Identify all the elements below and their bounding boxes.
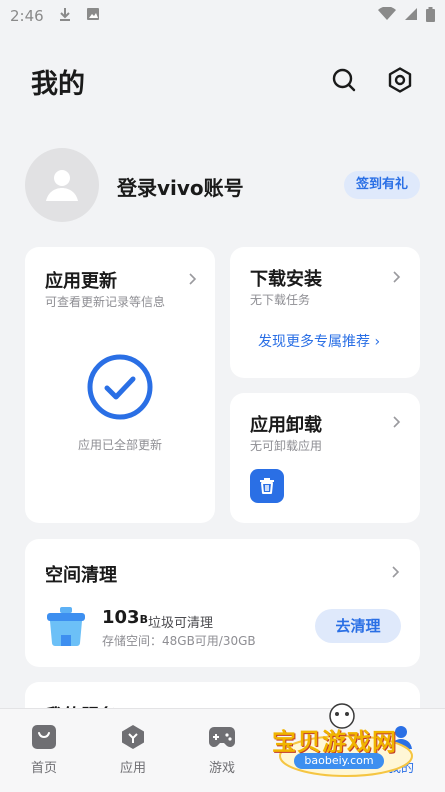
junk-size-unit: B (139, 613, 148, 626)
cleanup-card[interactable]: 空间清理 103B 垃圾可清理 存储空间：48GB可用/30GB 去清理 (25, 539, 420, 667)
check-circle-icon (87, 354, 153, 420)
apps-icon (119, 723, 147, 751)
login-label[interactable]: 登录vivo账号 (117, 172, 244, 201)
settings-icon[interactable] (386, 66, 414, 94)
app-update-subtitle: 可查看更新记录等信息 (45, 295, 166, 309)
watermark-url: baobeiy.com (294, 753, 384, 769)
download-card[interactable]: 下载安装 无下载任务 发现更多专属推荐 › (230, 247, 420, 378)
page-title: 我的 (31, 69, 85, 100)
tab-games[interactable]: 游戏 (192, 723, 252, 776)
watermark-title: 宝贝游戏网 (272, 728, 397, 756)
app-update-card[interactable]: 应用更新 可查看更新记录等信息 应用已全部更新 (25, 247, 215, 523)
recommend-link[interactable]: 发现更多专属推荐 › (258, 331, 380, 351)
chevron-right-icon (393, 271, 401, 283)
account-row[interactable]: 登录vivo账号 签到有礼 (25, 148, 420, 222)
uninstall-subtitle: 无可卸载应用 (250, 439, 323, 453)
signal-icon (404, 7, 418, 25)
download-subtitle: 无下载任务 (250, 293, 311, 307)
gamepad-icon (208, 723, 236, 751)
tab-games-label: 游戏 (208, 761, 235, 776)
tab-home-label: 首页 (30, 761, 57, 776)
search-icon[interactable] (330, 66, 358, 94)
watermark-logo: 宝贝游戏网 baobeiy.com (268, 700, 418, 780)
app-update-title: 应用更新 (45, 271, 117, 292)
status-bar: 2:46 (0, 0, 445, 32)
uninstall-card[interactable]: 应用卸载 无可卸载应用 (230, 393, 420, 523)
chevron-right-icon (392, 566, 400, 578)
checkin-button[interactable]: 签到有礼 (343, 171, 420, 199)
download-notification-icon (58, 7, 72, 25)
clean-bin-icon (47, 607, 85, 646)
image-notification-icon (86, 7, 100, 25)
chevron-right-icon (189, 273, 197, 285)
junk-size: 103B (102, 607, 148, 628)
uninstall-title: 应用卸载 (250, 415, 322, 436)
tab-apps-label: 应用 (119, 761, 146, 776)
home-icon (30, 723, 58, 751)
junk-label: 垃圾可清理 (148, 616, 214, 631)
chevron-right-icon (393, 416, 401, 428)
storage-info: 存储空间：48GB可用/30GB (102, 634, 256, 648)
tab-apps[interactable]: 应用 (103, 723, 163, 776)
battery-icon (426, 6, 435, 26)
clean-button[interactable]: 去清理 (315, 609, 401, 643)
avatar[interactable] (25, 148, 99, 222)
tab-home[interactable]: 首页 (14, 723, 74, 776)
wifi-icon (378, 6, 396, 25)
status-time: 2:46 (10, 7, 44, 25)
update-status: 应用已全部更新 (77, 438, 162, 452)
download-title: 下载安装 (250, 269, 322, 290)
cleanup-title: 空间清理 (45, 565, 117, 586)
trash-icon (250, 469, 284, 503)
